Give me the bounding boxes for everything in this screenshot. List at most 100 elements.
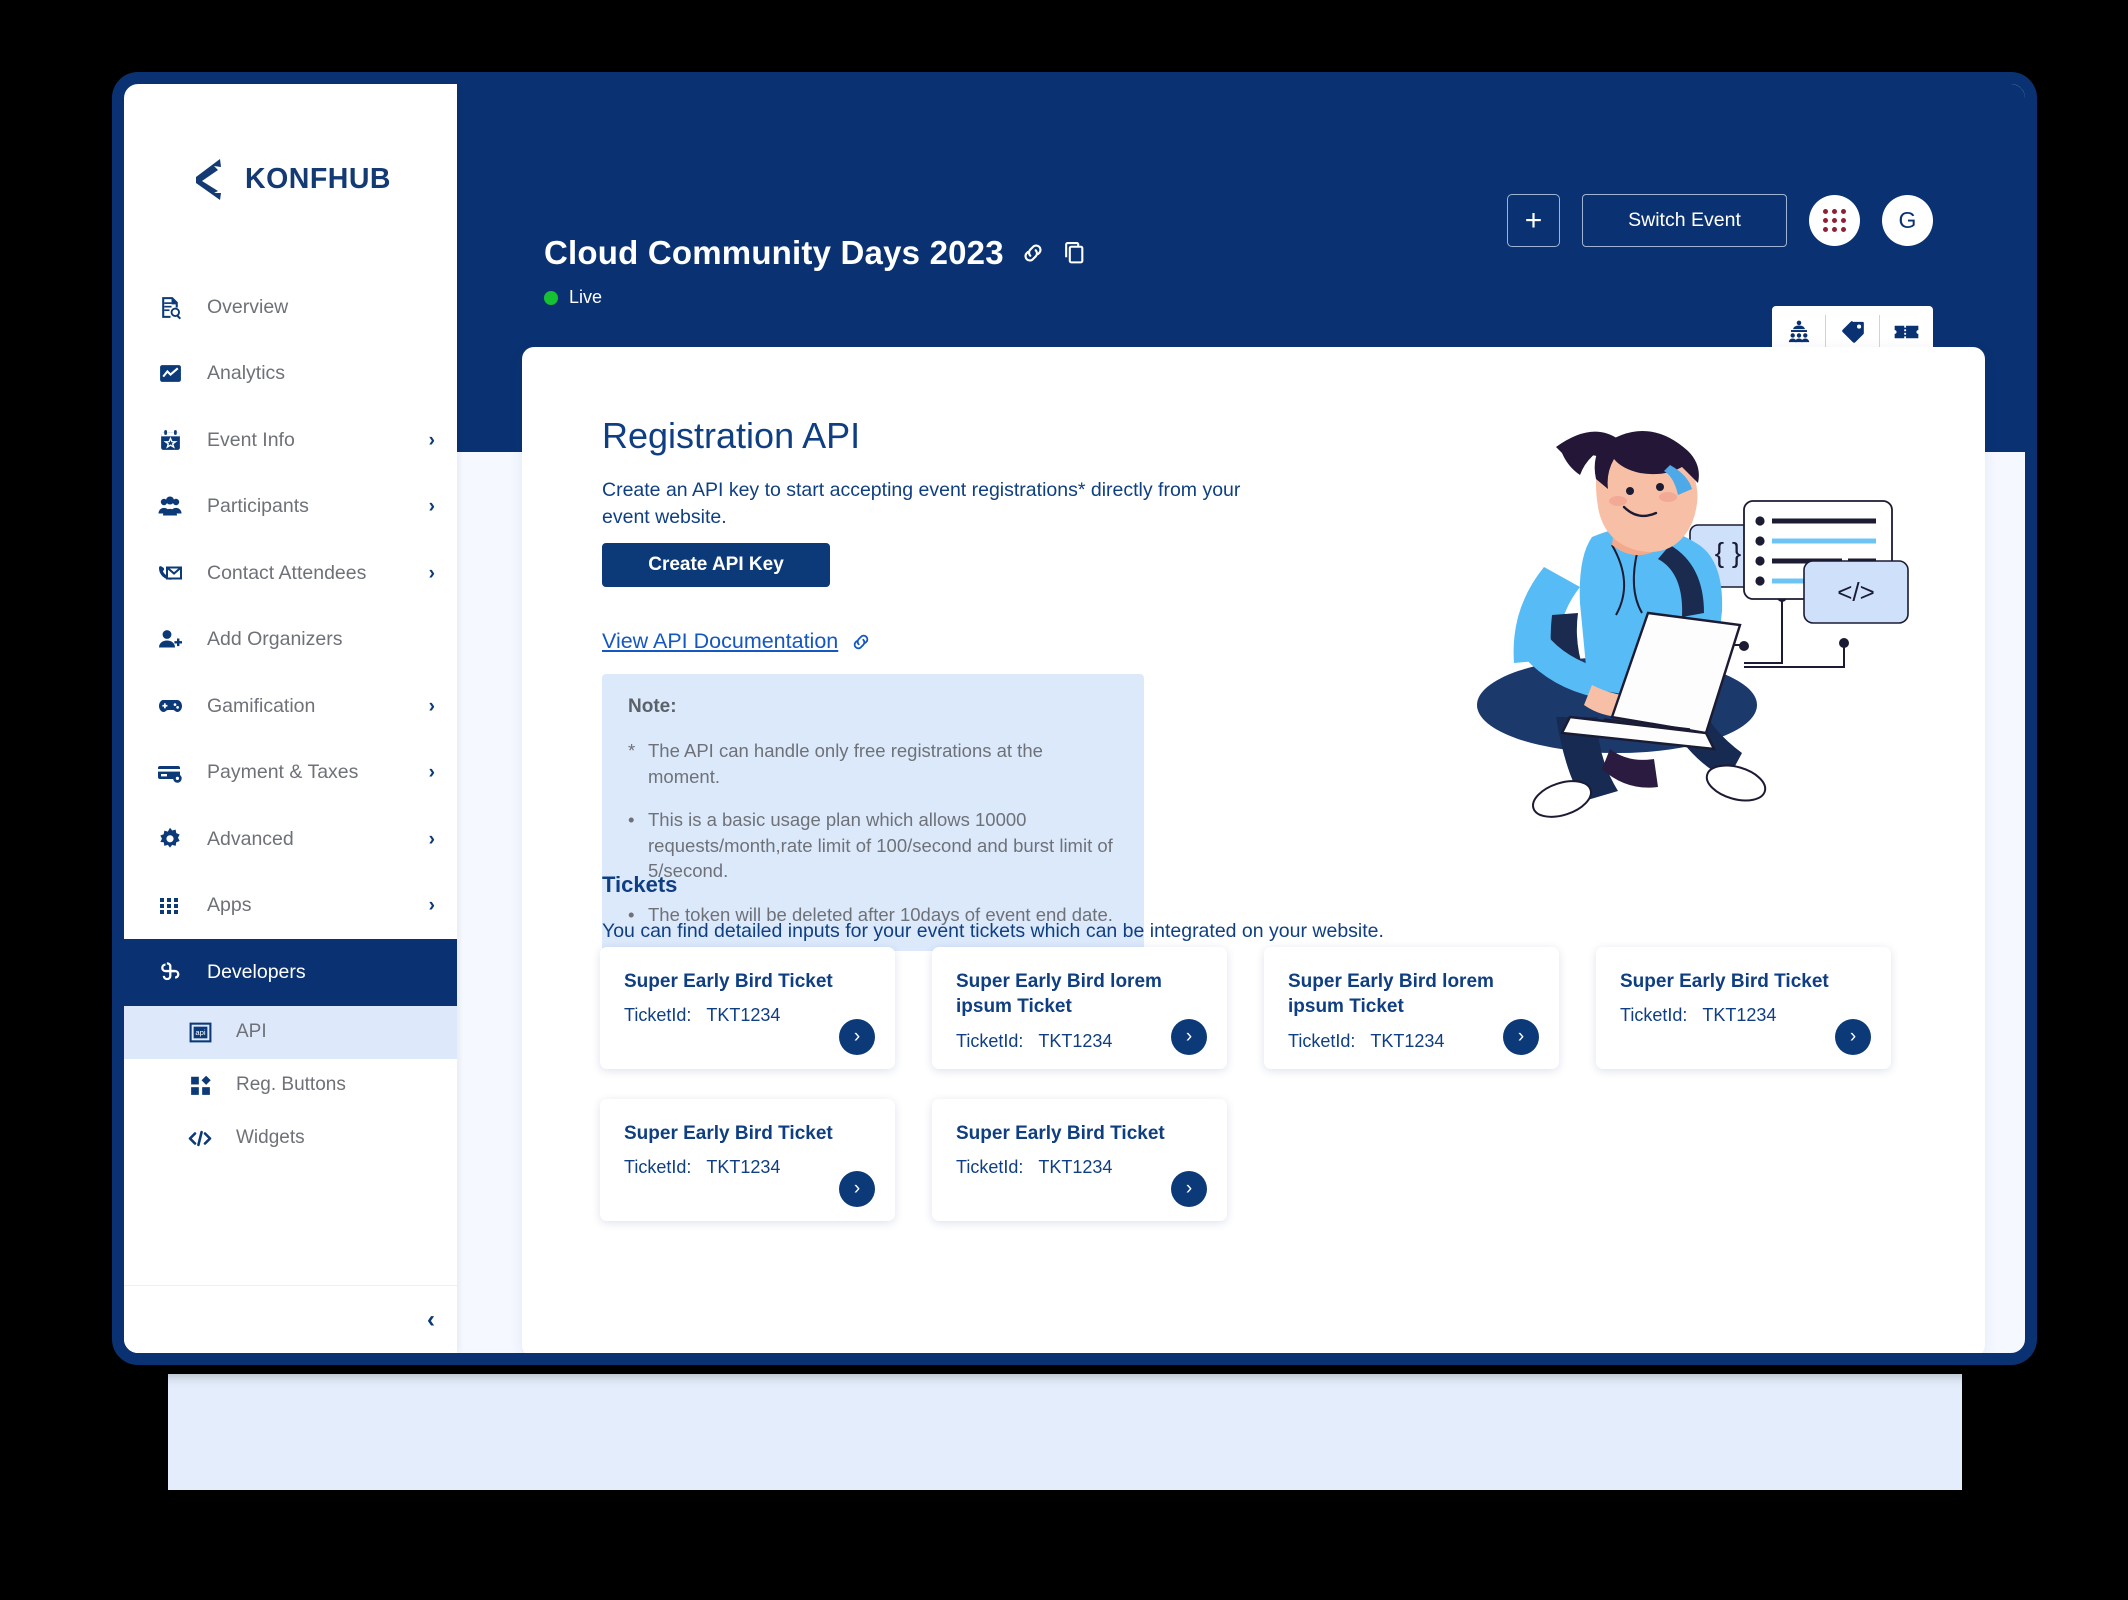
- note-line: * The API can handle only free registrat…: [628, 738, 1118, 789]
- header-actions-right: + Switch Event G: [1507, 194, 1933, 247]
- ticket-id-row: TicketId: TKT1234: [1288, 1031, 1535, 1052]
- sidebar-subitem-api[interactable]: api API: [124, 1005, 457, 1059]
- avatar[interactable]: G: [1882, 195, 1933, 246]
- chevron-right-icon: ›: [428, 762, 435, 784]
- ticket-card[interactable]: Super Early Bird Ticket TicketId: TKT123…: [932, 1099, 1227, 1221]
- sidebar-subitem-widgets[interactable]: Widgets: [124, 1112, 457, 1165]
- sidebar-item-overview[interactable]: Overview: [124, 274, 457, 341]
- ticket-name: Super Early Bird lorem ipsum Ticket: [956, 971, 1162, 1018]
- grid-apps-icon: [155, 891, 185, 921]
- ticket-id-value: TKT1234: [1702, 1005, 1777, 1026]
- chevron-left-icon[interactable]: ‹: [427, 1307, 435, 1332]
- sidebar-item-apps[interactable]: Apps ›: [124, 873, 457, 940]
- link-icon: [850, 631, 872, 653]
- main-content-card: Registration API Create an API key to st…: [522, 347, 1985, 1353]
- sidebar-item-contact-attendees[interactable]: Contact Attendees ›: [124, 540, 457, 607]
- note-box: Note: * The API can handle only free reg…: [602, 674, 1144, 952]
- add-event-button[interactable]: +: [1507, 194, 1560, 247]
- chevron-right-icon: ›: [428, 695, 435, 717]
- link-icon[interactable]: [1020, 240, 1046, 266]
- tickets-title: Tickets: [602, 872, 678, 898]
- ticket-id-label: TicketId:: [624, 1157, 692, 1178]
- status-label: Live: [569, 287, 603, 307]
- ticket-card[interactable]: Super Early Bird Ticket TicketId: TKT123…: [600, 947, 895, 1069]
- credit-card-gear-icon: [155, 758, 185, 788]
- copy-icon[interactable]: [1062, 241, 1087, 266]
- ticket-id-row: TicketId: TKT1234: [956, 1157, 1203, 1178]
- reg-buttons-icon: [186, 1071, 214, 1099]
- ticket-id-row: TicketId: TKT1234: [1620, 1005, 1867, 1026]
- chevron-right-icon: ›: [428, 429, 435, 451]
- chevron-right-icon[interactable]: ›: [1171, 1019, 1207, 1055]
- sidebar-item-developers[interactable]: Developers: [124, 939, 457, 1006]
- ticket-name: Super Early Bird Ticket: [956, 1123, 1165, 1144]
- ticket-id-row: TicketId: TKT1234: [624, 1005, 871, 1026]
- chevron-right-icon: ›: [428, 895, 435, 917]
- status-badge: Live: [544, 287, 1087, 308]
- sidebar-item-label: Event Info: [207, 428, 295, 451]
- sidebar-subitem-label: Reg. Buttons: [236, 1074, 346, 1095]
- sidebar: KONFHUB Overview Analytics Event Info › …: [124, 84, 457, 1353]
- sidebar-item-add-organizers[interactable]: Add Organizers: [124, 607, 457, 674]
- apps-grid-icon[interactable]: [1809, 195, 1860, 246]
- app-window: KONFHUB Overview Analytics Event Info › …: [112, 72, 2037, 1365]
- api-box-icon: api: [186, 1018, 214, 1046]
- sidebar-item-payment-taxes[interactable]: Payment & Taxes ›: [124, 740, 457, 807]
- ticket-id-label: TicketId:: [956, 1030, 1024, 1051]
- chevron-right-icon[interactable]: ›: [1835, 1019, 1871, 1055]
- ticket-card[interactable]: Super Early Bird Ticket TicketId: TKT123…: [1596, 947, 1891, 1069]
- ticket-id-value: TKT1234: [1370, 1030, 1445, 1051]
- sidebar-subitem-label: Widgets: [236, 1127, 305, 1148]
- ticket-id-label: TicketId:: [956, 1157, 1024, 1178]
- sidebar-item-advanced[interactable]: Advanced ›: [124, 806, 457, 873]
- chevron-right-icon[interactable]: ›: [839, 1019, 875, 1055]
- sidebar-item-label: Participants: [207, 495, 309, 518]
- sidebar-item-event-info[interactable]: Event Info ›: [124, 407, 457, 474]
- note-line: • This is a basic usage plan which allow…: [628, 807, 1118, 884]
- ticket-id-row: TicketId: TKT1234: [624, 1157, 871, 1178]
- ticket-id-label: TicketId:: [1620, 1005, 1688, 1026]
- sidebar-subitem-label: API: [236, 1021, 267, 1042]
- brand-name: KONFHUB: [245, 162, 391, 195]
- svg-text:{ }: { }: [1715, 537, 1741, 568]
- sidebar-item-label: Gamification: [207, 694, 316, 717]
- gamepad-icon: [155, 691, 185, 721]
- konfhub-logo-mark-icon: [190, 157, 232, 201]
- ticket-card[interactable]: Super Early Bird Ticket TicketId: TKT123…: [600, 1099, 895, 1221]
- ticket-name: Super Early Bird Ticket: [624, 971, 833, 992]
- doc-link-label: View API Documentation: [602, 629, 839, 653]
- sidebar-item-label: Advanced: [207, 827, 294, 850]
- ticket-card[interactable]: Super Early Bird lorem ipsum Ticket Tick…: [1264, 947, 1559, 1069]
- ticket-id-value: TKT1234: [1038, 1157, 1113, 1178]
- ticket-name: Super Early Bird Ticket: [624, 1123, 833, 1144]
- chevron-right-icon[interactable]: ›: [1503, 1019, 1539, 1055]
- sidebar-item-label: Developers: [207, 960, 306, 983]
- sidebar-item-analytics[interactable]: Analytics: [124, 341, 457, 408]
- sidebar-item-gamification[interactable]: Gamification ›: [124, 673, 457, 740]
- status-dot-icon: [544, 290, 558, 305]
- ticket-id-label: TicketId:: [624, 1005, 692, 1026]
- create-api-key-button[interactable]: Create API Key: [602, 543, 830, 587]
- calendar-star-icon: [155, 425, 185, 455]
- event-header: Cloud Community Days 2023 Live: [544, 234, 1087, 308]
- developers-puzzle-icon: [155, 957, 185, 987]
- view-api-documentation-link[interactable]: View API Documentation: [602, 629, 872, 654]
- sidebar-item-label: Apps: [207, 894, 252, 917]
- chevron-right-icon[interactable]: ›: [839, 1171, 875, 1207]
- brand-logo[interactable]: KONFHUB: [124, 84, 457, 274]
- sidebar-item-participants[interactable]: Participants ›: [124, 474, 457, 541]
- code-tag-icon: [186, 1124, 214, 1152]
- switch-event-button[interactable]: Switch Event: [1582, 194, 1787, 247]
- sidebar-subitem-reg-buttons[interactable]: Reg. Buttons: [124, 1059, 457, 1112]
- chevron-right-icon[interactable]: ›: [1171, 1171, 1207, 1207]
- ticket-id-value: TKT1234: [706, 1005, 781, 1026]
- ticket-card[interactable]: Super Early Bird lorem ipsum Ticket Tick…: [932, 947, 1227, 1069]
- section-description: Create an API key to start accepting eve…: [602, 478, 1241, 529]
- people-group-icon: [155, 492, 185, 522]
- developer-coding-illustration: { } </>: [1452, 417, 1932, 837]
- chevron-right-icon: ›: [428, 496, 435, 518]
- tickets-grid: Super Early Bird Ticket TicketId: TKT123…: [600, 947, 1930, 1221]
- sidebar-item-label: Add Organizers: [207, 628, 343, 651]
- ticket-name: Super Early Bird lorem ipsum Ticket: [1288, 971, 1494, 1018]
- ticket-id-value: TKT1234: [1038, 1030, 1113, 1051]
